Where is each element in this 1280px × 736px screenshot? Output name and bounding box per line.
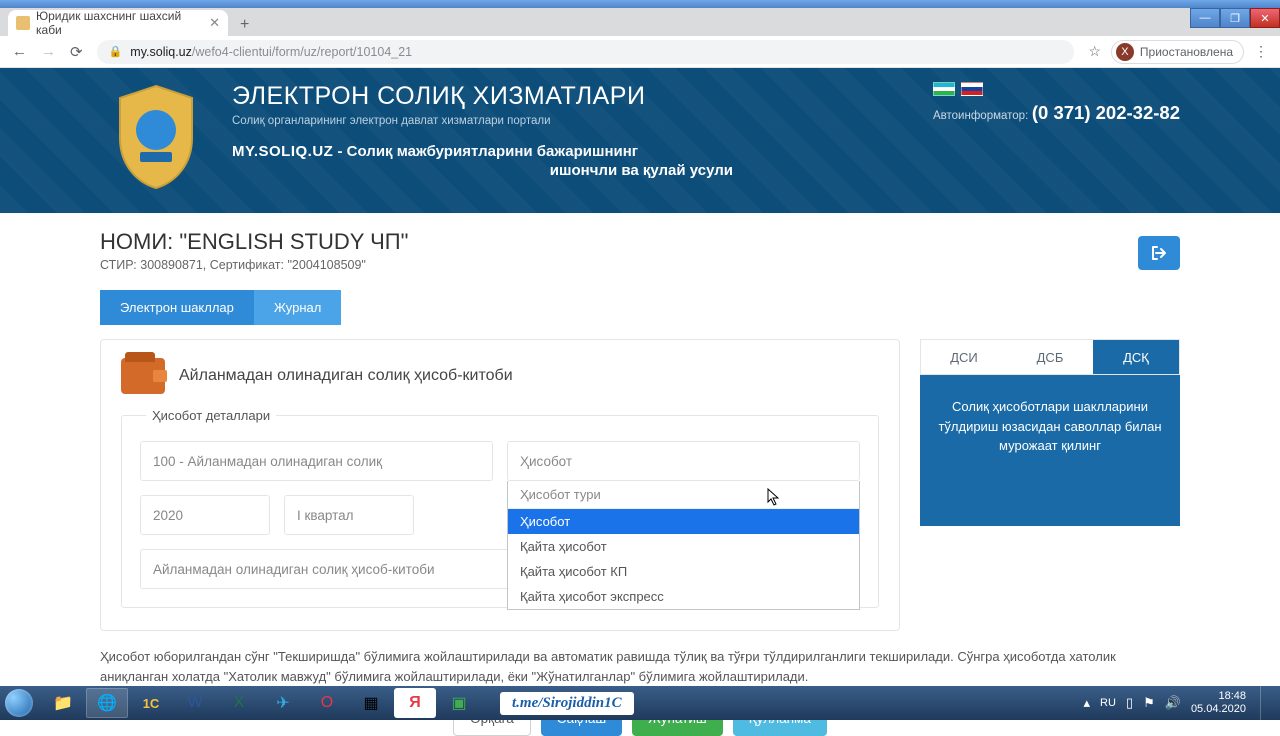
tab-journal[interactable]: Журнал bbox=[254, 290, 341, 325]
taskbar-word-icon[interactable]: W bbox=[174, 688, 216, 718]
window-minimize-button[interactable]: — bbox=[1190, 8, 1220, 28]
wallet-icon bbox=[121, 358, 165, 394]
url-host: my.soliq.uz bbox=[130, 45, 192, 59]
paused-label: Приостановлена bbox=[1140, 45, 1233, 59]
fieldset-legend: Ҳисобот деталлари bbox=[146, 408, 276, 423]
tray-flag-icon[interactable]: ⚑ bbox=[1143, 695, 1155, 711]
site-subtitle: Солиқ органларининг электрон давлат хизм… bbox=[232, 115, 933, 127]
start-button[interactable] bbox=[0, 686, 38, 720]
dropdown-option[interactable]: Қайта ҳисобот КП bbox=[508, 559, 859, 584]
dropdown-option[interactable]: Ҳисобот bbox=[508, 509, 859, 534]
taskbar-explorer-icon[interactable]: 📁 bbox=[42, 688, 84, 718]
lock-icon: 🔒 bbox=[109, 45, 123, 58]
bookmark-icon[interactable]: ☆ bbox=[1088, 43, 1101, 60]
side-tab-dsk[interactable]: ДСҚ bbox=[1093, 340, 1179, 374]
taskbar-yandex-icon[interactable]: Я bbox=[394, 688, 436, 718]
taskbar-telegram-icon[interactable]: ✈ bbox=[262, 688, 304, 718]
report-form-panel: Айланмадан олинадиган солиқ ҳисоб-китоби… bbox=[100, 339, 900, 631]
year-select[interactable]: 2020 bbox=[140, 495, 270, 535]
tray-arrow-icon[interactable]: ▴ bbox=[1084, 695, 1091, 711]
flag-uz-icon[interactable] bbox=[933, 82, 955, 96]
site-emblem-icon bbox=[110, 82, 202, 192]
favicon-icon bbox=[16, 16, 30, 30]
window-close-button[interactable]: ✕ bbox=[1250, 8, 1280, 28]
phone-number: (0 371) 202-32-82 bbox=[1032, 102, 1180, 123]
page-meta: СТИР: 300890871, Сертификат: "2004108509… bbox=[100, 258, 1180, 272]
tab-title: Юридик шахснинг шахсий каби bbox=[36, 9, 198, 37]
taskbar-chrome-icon[interactable]: 🌐 bbox=[86, 688, 128, 718]
show-desktop-button[interactable] bbox=[1260, 686, 1270, 720]
site-tagline-2: ишончли ва қулай усули bbox=[550, 162, 733, 179]
site-title: ЭЛЕКТРОН СОЛИҚ ХИЗМАТЛАРИ bbox=[232, 82, 933, 111]
tray-time: 18:48 bbox=[1191, 690, 1246, 703]
page-title: НОМИ: "ENGLISH STUDY ЧП" bbox=[100, 229, 1180, 255]
logout-icon bbox=[1150, 245, 1168, 261]
tray-clock[interactable]: 18:48 05.04.2020 bbox=[1191, 690, 1246, 715]
telegram-link-badge[interactable]: t.me/Sirojiddin1C bbox=[500, 692, 634, 715]
browser-tabstrip: Юридик шахснинг шахсий каби ✕ + — ❐ ✕ bbox=[0, 8, 1280, 36]
side-tab-dsi[interactable]: ДСИ bbox=[921, 340, 1007, 374]
logout-button[interactable] bbox=[1138, 236, 1180, 270]
close-tab-icon[interactable]: ✕ bbox=[209, 15, 220, 31]
browser-menu-icon[interactable]: ⋮ bbox=[1254, 43, 1268, 60]
quarter-select[interactable]: I квартал bbox=[284, 495, 414, 535]
back-icon[interactable]: ← bbox=[12, 43, 27, 60]
profile-paused-chip[interactable]: Х Приостановлена bbox=[1111, 40, 1244, 64]
taskbar-excel-icon[interactable]: X bbox=[218, 688, 260, 718]
site-domain: MY.SOLIQ.UZ bbox=[232, 143, 333, 160]
tray-date: 05.04.2020 bbox=[1191, 703, 1246, 716]
report-details-fieldset: Ҳисобот деталлари 100 - Айланмадан олина… bbox=[121, 408, 879, 608]
flag-ru-icon[interactable] bbox=[961, 82, 983, 96]
forward-icon[interactable]: → bbox=[41, 43, 56, 60]
form-title: Айланмадан олинадиган солиқ ҳисоб-китоби bbox=[179, 367, 513, 385]
browser-toolbar: ← → ⟳ 🔒 my.soliq.uz/wefo4-clientui/form/… bbox=[0, 36, 1280, 68]
reload-icon[interactable]: ⟳ bbox=[70, 43, 83, 61]
info-note: Ҳисобот юборилгандан сўнг "Текширишда" б… bbox=[100, 647, 1180, 686]
report-type-dropdown: Ҳисобот тури Ҳисобот Қайта ҳисобот Қайта… bbox=[507, 481, 860, 610]
windows-taskbar: 📁 🌐 1C W X ✈ O ▦ Я ▣ t.me/Sirojiddin1C ▴… bbox=[0, 686, 1280, 720]
tray-language[interactable]: RU bbox=[1100, 697, 1116, 709]
site-header: ЭЛЕКТРОН СОЛИҚ ХИЗМАТЛАРИ Солиқ органлар… bbox=[0, 68, 1280, 213]
tab-eforms[interactable]: Электрон шакллар bbox=[100, 290, 254, 325]
taskbar-1c-icon[interactable]: 1C bbox=[130, 688, 172, 718]
avatar: Х bbox=[1116, 43, 1134, 61]
new-tab-button[interactable]: + bbox=[234, 14, 255, 36]
side-tab-dsb[interactable]: ДСБ bbox=[1007, 340, 1093, 374]
address-bar[interactable]: 🔒 my.soliq.uz/wefo4-clientui/form/uz/rep… bbox=[97, 40, 1075, 64]
url-path: /wefo4-clientui/form/uz/report/10104_21 bbox=[192, 45, 412, 59]
dropdown-header: Ҳисобот тури bbox=[508, 481, 859, 509]
side-info-box: Солиқ ҳисоботлари шаклларини тўлдириш юз… bbox=[920, 375, 1180, 526]
window-maximize-button[interactable]: ❐ bbox=[1220, 8, 1250, 28]
dropdown-option[interactable]: Қайта ҳисобот bbox=[508, 534, 859, 559]
site-tagline-1: - Солиқ мажбуриятларини бажаришнинг bbox=[333, 143, 638, 160]
tax-type-select[interactable]: 100 - Айланмадан олинадиган солиқ bbox=[140, 441, 493, 481]
taskbar-opera-icon[interactable]: O bbox=[306, 688, 348, 718]
section-tabs: Электрон шакллар Журнал bbox=[100, 290, 1180, 325]
taskbar-app-icon[interactable]: ▦ bbox=[350, 688, 392, 718]
dropdown-option[interactable]: Қайта ҳисобот экспресс bbox=[508, 584, 859, 609]
tray-volume-icon[interactable]: 🔊 bbox=[1165, 695, 1181, 711]
browser-tab-active[interactable]: Юридик шахснинг шахсий каби ✕ bbox=[8, 10, 228, 36]
report-type-select[interactable]: Ҳисобот bbox=[507, 441, 860, 481]
side-tabs: ДСИ ДСБ ДСҚ bbox=[920, 339, 1180, 375]
taskbar-app2-icon[interactable]: ▣ bbox=[438, 688, 480, 718]
autoinform-label: Автоинформатор: bbox=[933, 110, 1028, 122]
tray-network-icon[interactable]: ▯ bbox=[1126, 695, 1133, 711]
